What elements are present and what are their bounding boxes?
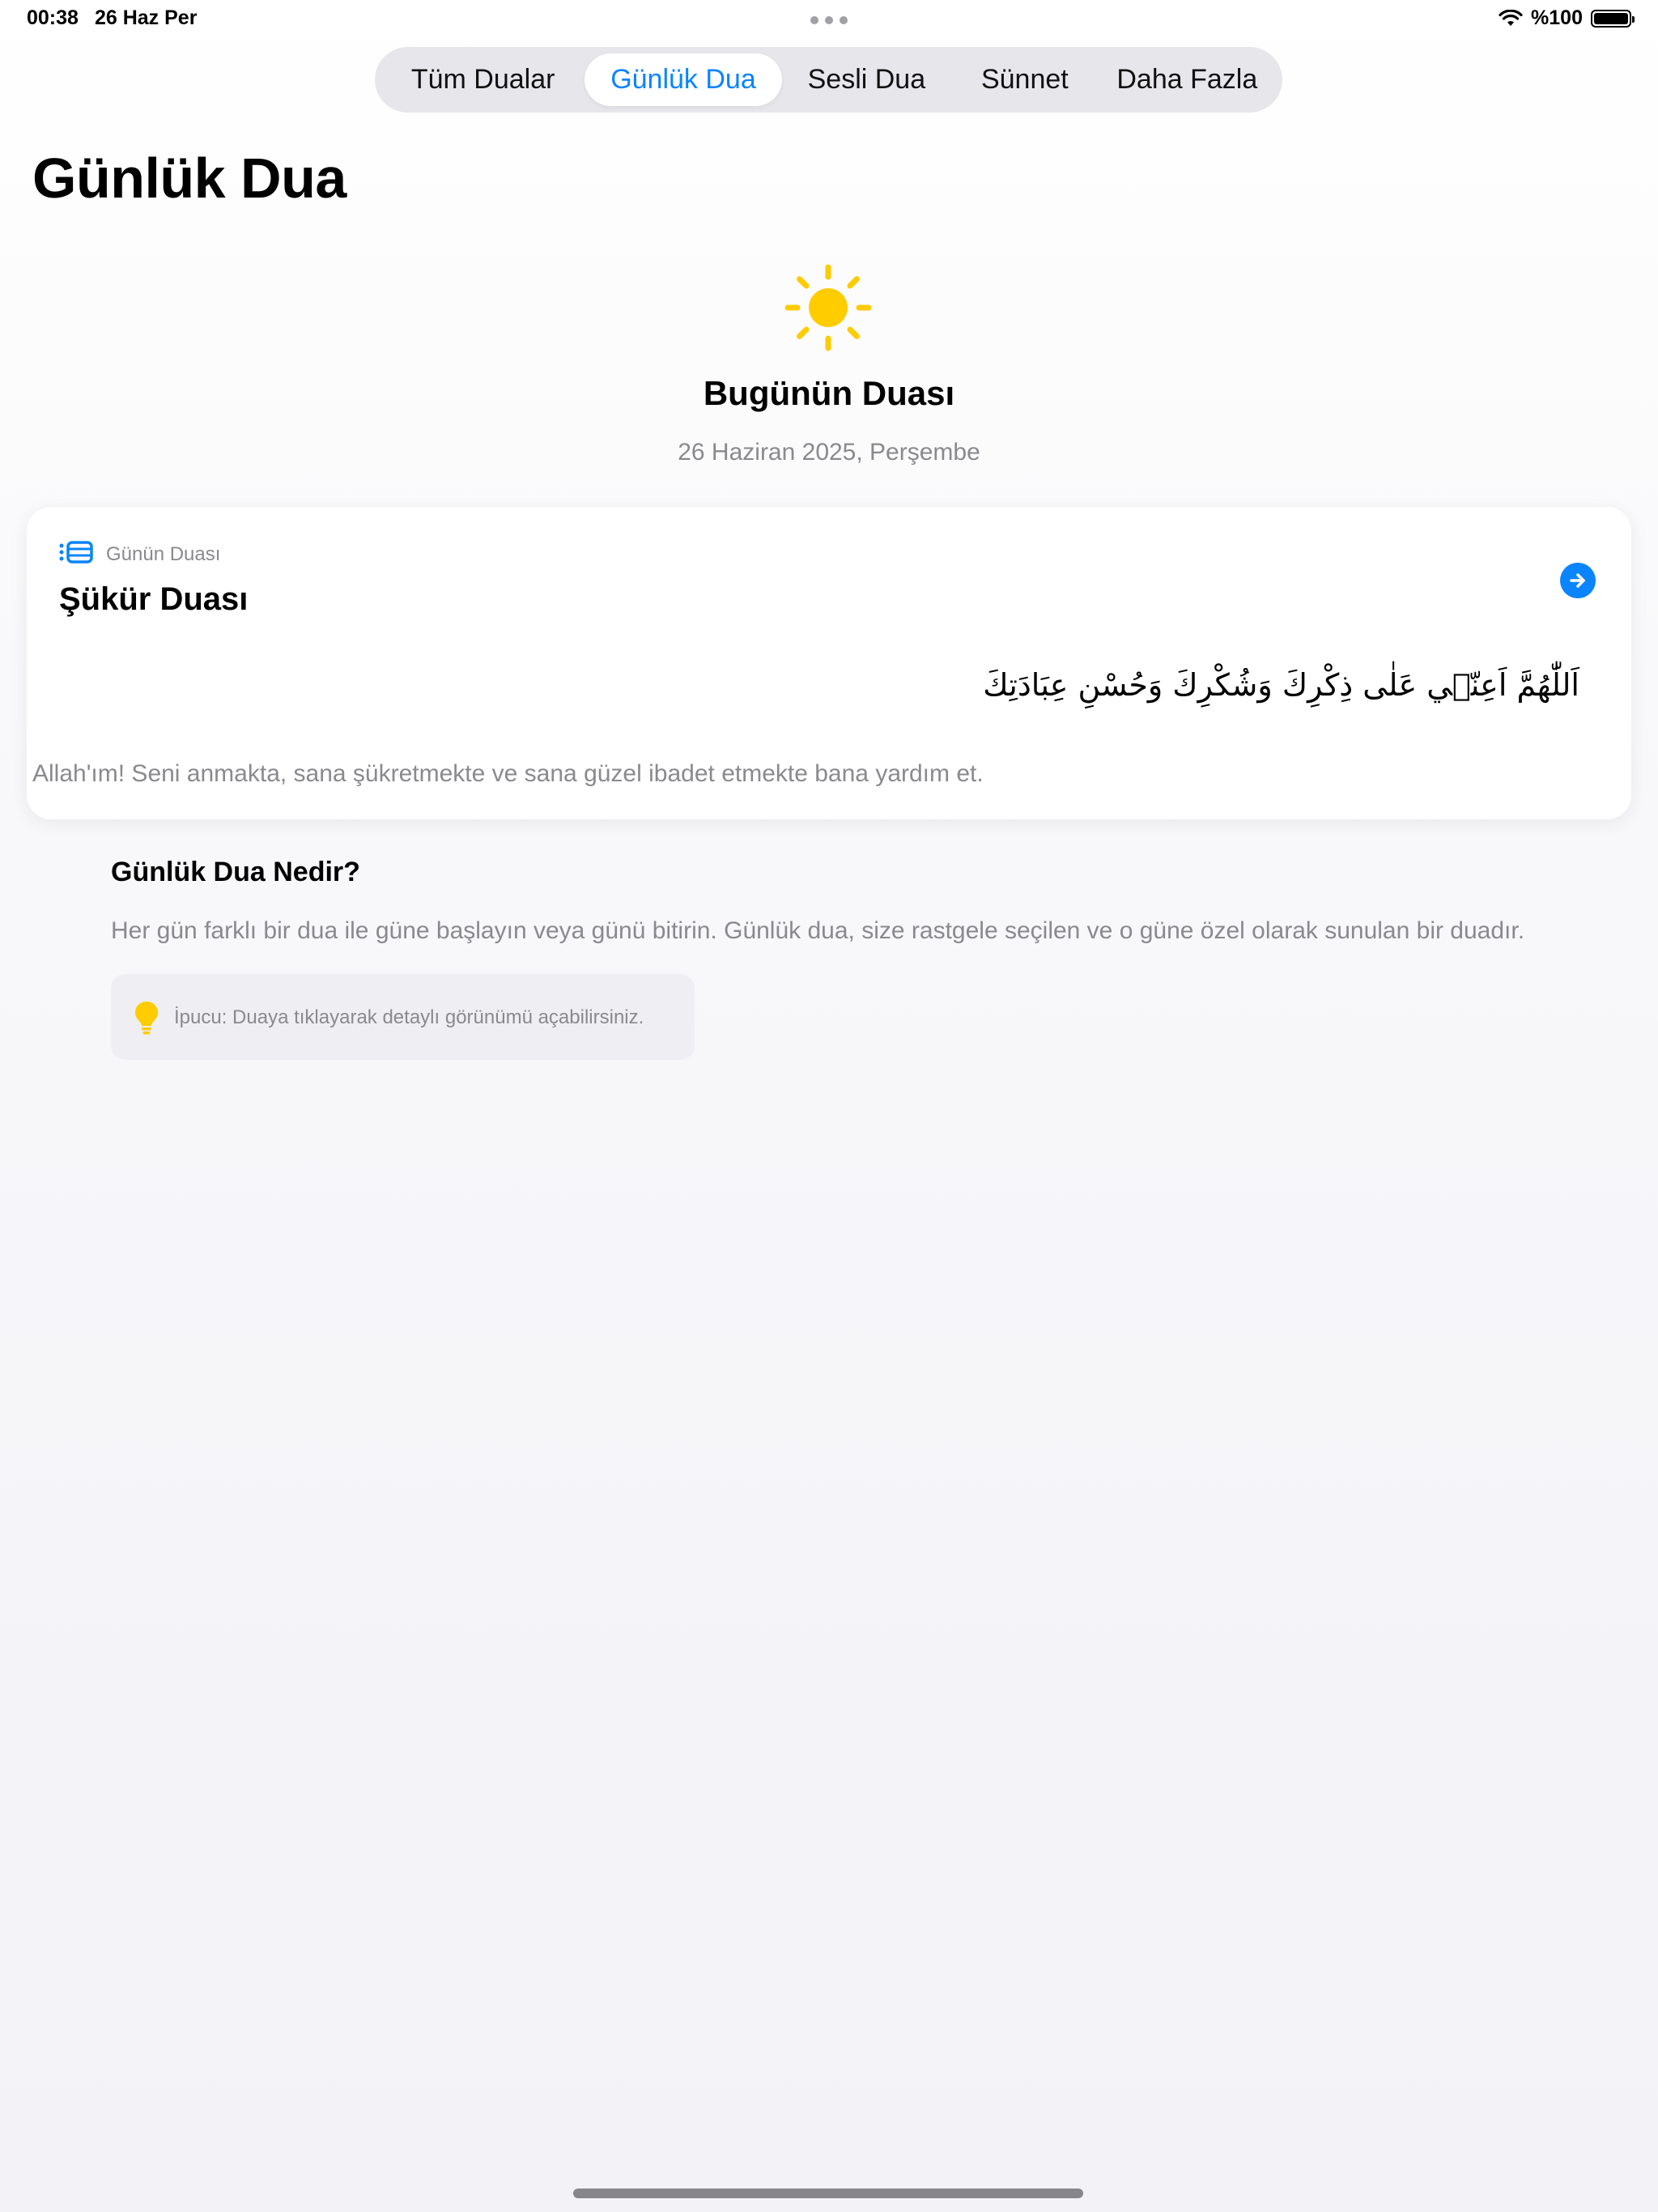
card-title: Şükür Duası (59, 581, 249, 617)
list-icon (59, 539, 93, 569)
lightbulb-icon (134, 1001, 159, 1039)
tab-gunluk-dua[interactable]: Günlük Dua (585, 53, 782, 106)
home-indicator[interactable] (573, 2189, 1083, 2198)
wifi-icon (1499, 9, 1523, 28)
arabic-prayer-text: اَللّٰهُمَّ اَعِنّ۪ي عَلٰى ذِكْرِكَ وَشُ… (983, 667, 1579, 703)
tip-text: İpucu: Duaya tıklayarak detaylı görünümü… (174, 1006, 644, 1028)
card-label: Günün Duası (106, 542, 221, 565)
tab-sunnet[interactable]: Sünnet (951, 53, 1099, 106)
info-text: Her gün farklı bir dua ile güne başlayın… (111, 917, 1525, 944)
status-bar: 00:38 26 Haz Per %100 (0, 0, 1658, 39)
battery-icon (1591, 9, 1635, 28)
status-right: %100 (1499, 6, 1635, 30)
status-left: 00:38 26 Haz Per (27, 6, 197, 30)
hero-title: Bugünün Duası (703, 374, 955, 412)
status-time: 00:38 (27, 6, 79, 29)
sun-icon (784, 264, 872, 351)
tip-box: İpucu: Duaya tıklayarak detaylı görünümü… (111, 974, 695, 1060)
card-label-row: Günün Duası (59, 539, 220, 569)
arrow-right-circle-icon[interactable] (1560, 563, 1596, 598)
battery-percentage: %100 (1531, 6, 1583, 29)
tab-sesli-dua[interactable]: Sesli Dua (782, 53, 951, 106)
page-title: Günlük Dua (32, 147, 346, 210)
tab-tum-dualar[interactable]: Tüm Dualar (381, 53, 585, 106)
more-dots-icon[interactable] (810, 16, 848, 24)
prayer-translation: Allah'ım! Seni anmakta, sana şükretmekte… (32, 760, 984, 787)
tab-daha-fazla[interactable]: Daha Fazla (1099, 53, 1276, 106)
tab-bar: Tüm Dualar Günlük Dua Sesli Dua Sünnet D… (375, 47, 1282, 113)
status-date: 26 Haz Per (94, 6, 198, 29)
hero-date: 26 Haziran 2025, Perşembe (678, 439, 980, 466)
info-heading: Günlük Dua Nedir? (111, 857, 360, 887)
